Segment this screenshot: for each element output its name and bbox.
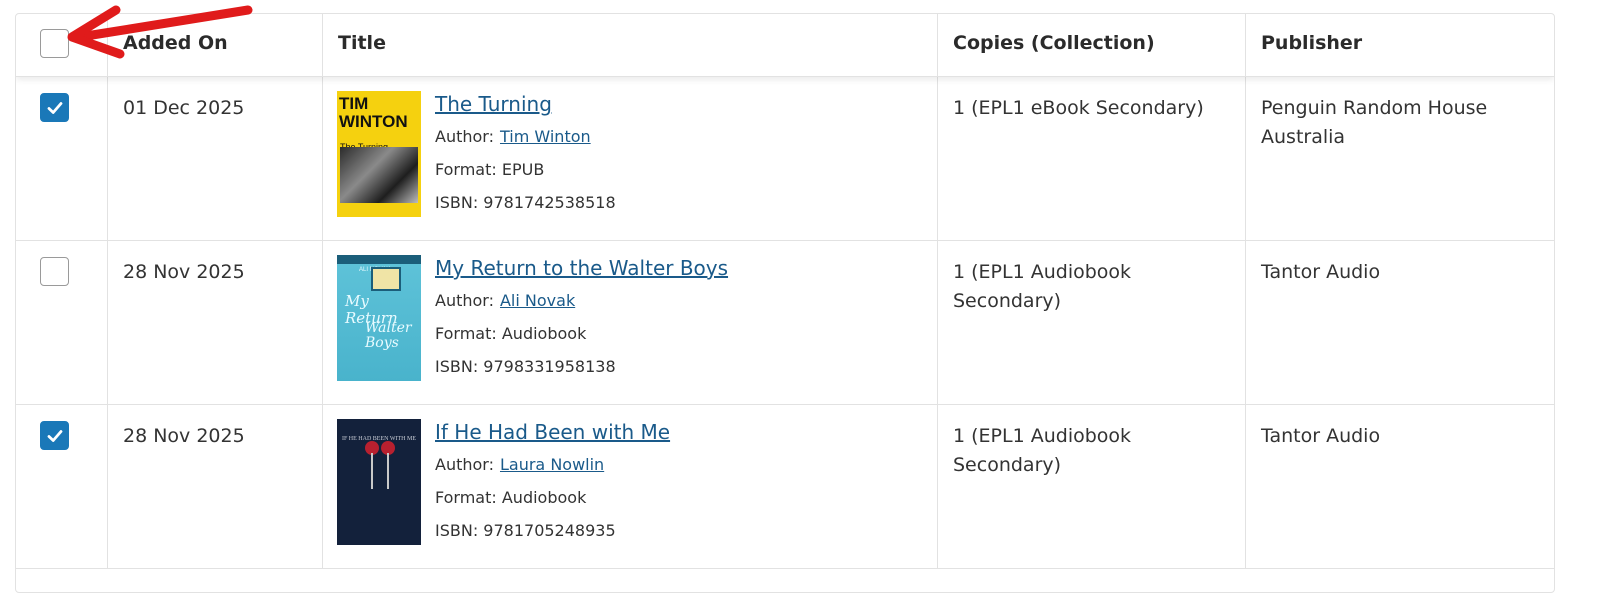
title-link[interactable]: If He Had Been with Me — [435, 420, 670, 444]
row-checkbox[interactable] — [40, 421, 69, 450]
book-cover-image[interactable]: TIMWINTON The Turning — [337, 91, 421, 217]
titles-table: Added On Title Copies (Collection) Publi… — [15, 13, 1555, 593]
author-link[interactable]: Tim Winton — [500, 127, 591, 146]
row-select-cell — [16, 77, 108, 240]
checkmark-icon — [47, 429, 62, 442]
author-link[interactable]: Laura Nowlin — [500, 455, 604, 474]
table-row: 28 Nov 2025 IF HE HAD BEEN WITH ME If He… — [16, 405, 1554, 569]
format-line: Format: EPUB — [435, 160, 545, 179]
column-header-title[interactable]: Title — [323, 14, 938, 76]
row-checkbox[interactable] — [40, 93, 69, 122]
cover-top-bar: ALI NOVAK — [337, 255, 421, 273]
column-header-copies[interactable]: Copies (Collection) — [938, 14, 1246, 76]
cover-text: TIM WINTON — [339, 94, 408, 131]
format-line: Format: Audiobook — [435, 488, 587, 507]
author-line: Author: Laura Nowlin — [435, 455, 605, 474]
cover-photo — [340, 147, 418, 203]
title-cell: ALI NOVAK My Return Walter Boys My Retur… — [323, 241, 938, 404]
cover-script-subtitle: Walter Boys — [365, 320, 412, 351]
publisher-value: Tantor Audio — [1261, 261, 1381, 283]
book-cover-image[interactable]: IF HE HAD BEEN WITH ME — [337, 419, 421, 545]
title-cell: TIMWINTON The Turning The Turning Author… — [323, 77, 938, 240]
title-cell: IF HE HAD BEEN WITH ME If He Had Been wi… — [323, 405, 938, 568]
copies-value: 1 (EPL1 Audiobook Secondary) — [938, 241, 1246, 404]
book-cover-image[interactable]: ALI NOVAK My Return Walter Boys — [337, 255, 421, 381]
checkmark-icon — [47, 101, 62, 114]
format-line: Format: Audiobook — [435, 324, 587, 343]
cover-stem — [371, 453, 373, 489]
isbn-line: ISBN: 9781742538518 — [435, 193, 616, 212]
cover-window — [371, 267, 401, 291]
added-on-value: 01 Dec 2025 — [108, 77, 323, 240]
row-select-cell — [16, 405, 108, 568]
isbn-line: ISBN: 9781705248935 — [435, 521, 616, 540]
row-select-cell — [16, 241, 108, 404]
red-arrow-annotation — [67, 5, 253, 59]
table-row: 28 Nov 2025 ALI NOVAK My Return Walter B… — [16, 241, 1554, 405]
title-info: My Return to the Walter Boys Author: Ali … — [435, 255, 922, 404]
cover-text: IF HE HAD BEEN WITH ME — [341, 436, 417, 442]
publisher-value: Penguin Random House Australia — [1261, 97, 1488, 148]
author-link[interactable]: Ali Novak — [500, 291, 575, 310]
title-link[interactable]: My Return to the Walter Boys — [435, 256, 728, 280]
title-info: The Turning Author: Tim Winton Format: EP… — [435, 91, 922, 240]
author-line: Author: Ali Novak — [435, 291, 576, 310]
title-link[interactable]: The Turning — [435, 92, 552, 116]
copies-value: 1 (EPL1 eBook Secondary) — [938, 77, 1246, 240]
isbn-line: ISBN: 9798331958138 — [435, 357, 616, 376]
column-header-publisher[interactable]: Publisher — [1246, 14, 1554, 76]
table-row: 01 Dec 2025 TIMWINTON The Turning The Tu… — [16, 77, 1554, 241]
cover-stem — [387, 453, 389, 489]
author-line: Author: Tim Winton — [435, 127, 591, 146]
added-on-value: 28 Nov 2025 — [108, 405, 323, 568]
added-on-value: 28 Nov 2025 — [108, 241, 323, 404]
row-checkbox[interactable] — [40, 257, 69, 286]
copies-value: 1 (EPL1 Audiobook Secondary) — [938, 405, 1246, 568]
publisher-value: Tantor Audio — [1261, 425, 1381, 447]
title-info: If He Had Been with Me Author: Laura Nowl… — [435, 419, 922, 568]
